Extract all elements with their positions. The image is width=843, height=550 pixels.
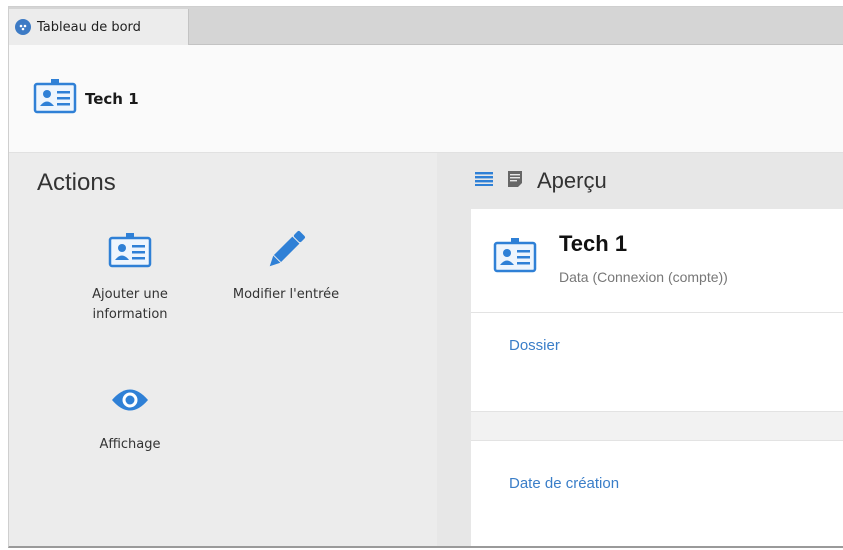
contact-card-icon xyxy=(65,225,195,275)
field-label-dossier: Dossier xyxy=(509,337,560,354)
preview-entry-subtitle: Data (Connexion (compte)) xyxy=(559,269,728,285)
contact-card-icon xyxy=(493,237,537,278)
section-divider xyxy=(471,411,843,441)
preview-card-header: Tech 1 Data (Connexion (compte)) xyxy=(471,209,843,313)
app-window: Tableau de bord Tech 1 Actions Ajouter u… xyxy=(8,6,843,548)
actions-panel: Actions Ajouter une information Modifier… xyxy=(9,153,437,546)
preview-toolbar: Aperçu xyxy=(437,153,843,209)
preview-entry-title: Tech 1 xyxy=(559,231,628,256)
edit-entry-label: Modifier l'entrée xyxy=(232,287,340,302)
tab-tableau-de-bord[interactable]: Tableau de bord xyxy=(9,9,189,45)
preview-title: Aperçu xyxy=(537,168,607,193)
actions-title: Actions xyxy=(37,169,116,196)
add-information-button[interactable]: Ajouter une information xyxy=(65,225,195,324)
dashboard-icon xyxy=(15,19,31,35)
pencil-icon xyxy=(221,225,351,275)
preview-card: Tech 1 Data (Connexion (compte)) Dossier… xyxy=(471,209,843,546)
contact-card-icon xyxy=(33,78,77,119)
tab-label: Tableau de bord xyxy=(37,19,141,35)
eye-icon xyxy=(65,375,195,425)
add-information-label: Ajouter une information xyxy=(92,287,168,322)
entry-title: Tech 1 xyxy=(85,89,139,108)
list-icon[interactable] xyxy=(475,171,493,191)
edit-entry-button[interactable]: Modifier l'entrée xyxy=(221,225,351,305)
display-button[interactable]: Affichage xyxy=(65,375,195,455)
display-label: Affichage xyxy=(99,437,161,452)
note-icon[interactable] xyxy=(507,170,523,193)
field-label-date-creation: Date de création xyxy=(509,475,620,492)
tab-bar: Tableau de bord xyxy=(9,7,843,45)
entry-header: Tech 1 xyxy=(9,45,843,153)
preview-panel: Aperçu Tech 1 Data (Connexion (compte)) … xyxy=(437,153,843,546)
